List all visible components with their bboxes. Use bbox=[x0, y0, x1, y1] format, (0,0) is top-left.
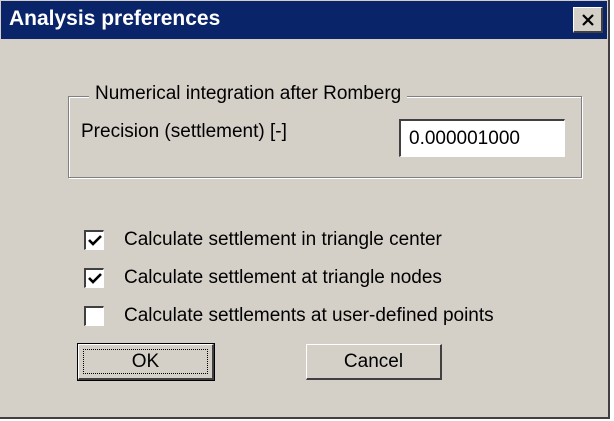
dialog-title: Analysis preferences bbox=[9, 7, 221, 30]
checkbox-nodes[interactable] bbox=[84, 268, 104, 288]
checkbox-center[interactable] bbox=[84, 230, 104, 250]
close-button[interactable] bbox=[573, 7, 603, 33]
checkbox-user-points[interactable] bbox=[84, 306, 104, 326]
romberg-group: Numerical integration after Romberg Prec… bbox=[68, 83, 582, 178]
checkmark-icon bbox=[87, 234, 102, 246]
checkmark-icon bbox=[87, 272, 102, 284]
option-label: Calculate settlement in triangle center bbox=[124, 229, 442, 250]
ok-button[interactable]: OK bbox=[77, 343, 215, 381]
precision-input[interactable] bbox=[399, 119, 565, 157]
precision-label: Precision (settlement) [-] bbox=[81, 121, 287, 142]
group-title: Numerical integration after Romberg bbox=[89, 83, 408, 105]
title-bar[interactable]: Analysis preferences bbox=[1, 1, 607, 39]
cancel-label: Cancel bbox=[343, 350, 404, 372]
focus-ring bbox=[83, 349, 208, 374]
option-user-points-row[interactable]: Calculate settlements at user-defined po… bbox=[84, 304, 494, 328]
option-nodes-row[interactable]: Calculate settlement at triangle nodes bbox=[84, 266, 442, 290]
option-label: Calculate settlement at triangle nodes bbox=[124, 267, 442, 288]
option-center-row[interactable]: Calculate settlement in triangle center bbox=[84, 228, 442, 252]
close-x-icon bbox=[581, 13, 594, 26]
analysis-preferences-dialog: Analysis preferences Numerical integrati… bbox=[0, 0, 610, 419]
option-label: Calculate settlements at user-defined po… bbox=[124, 305, 494, 326]
cancel-button[interactable]: Cancel bbox=[306, 344, 442, 380]
